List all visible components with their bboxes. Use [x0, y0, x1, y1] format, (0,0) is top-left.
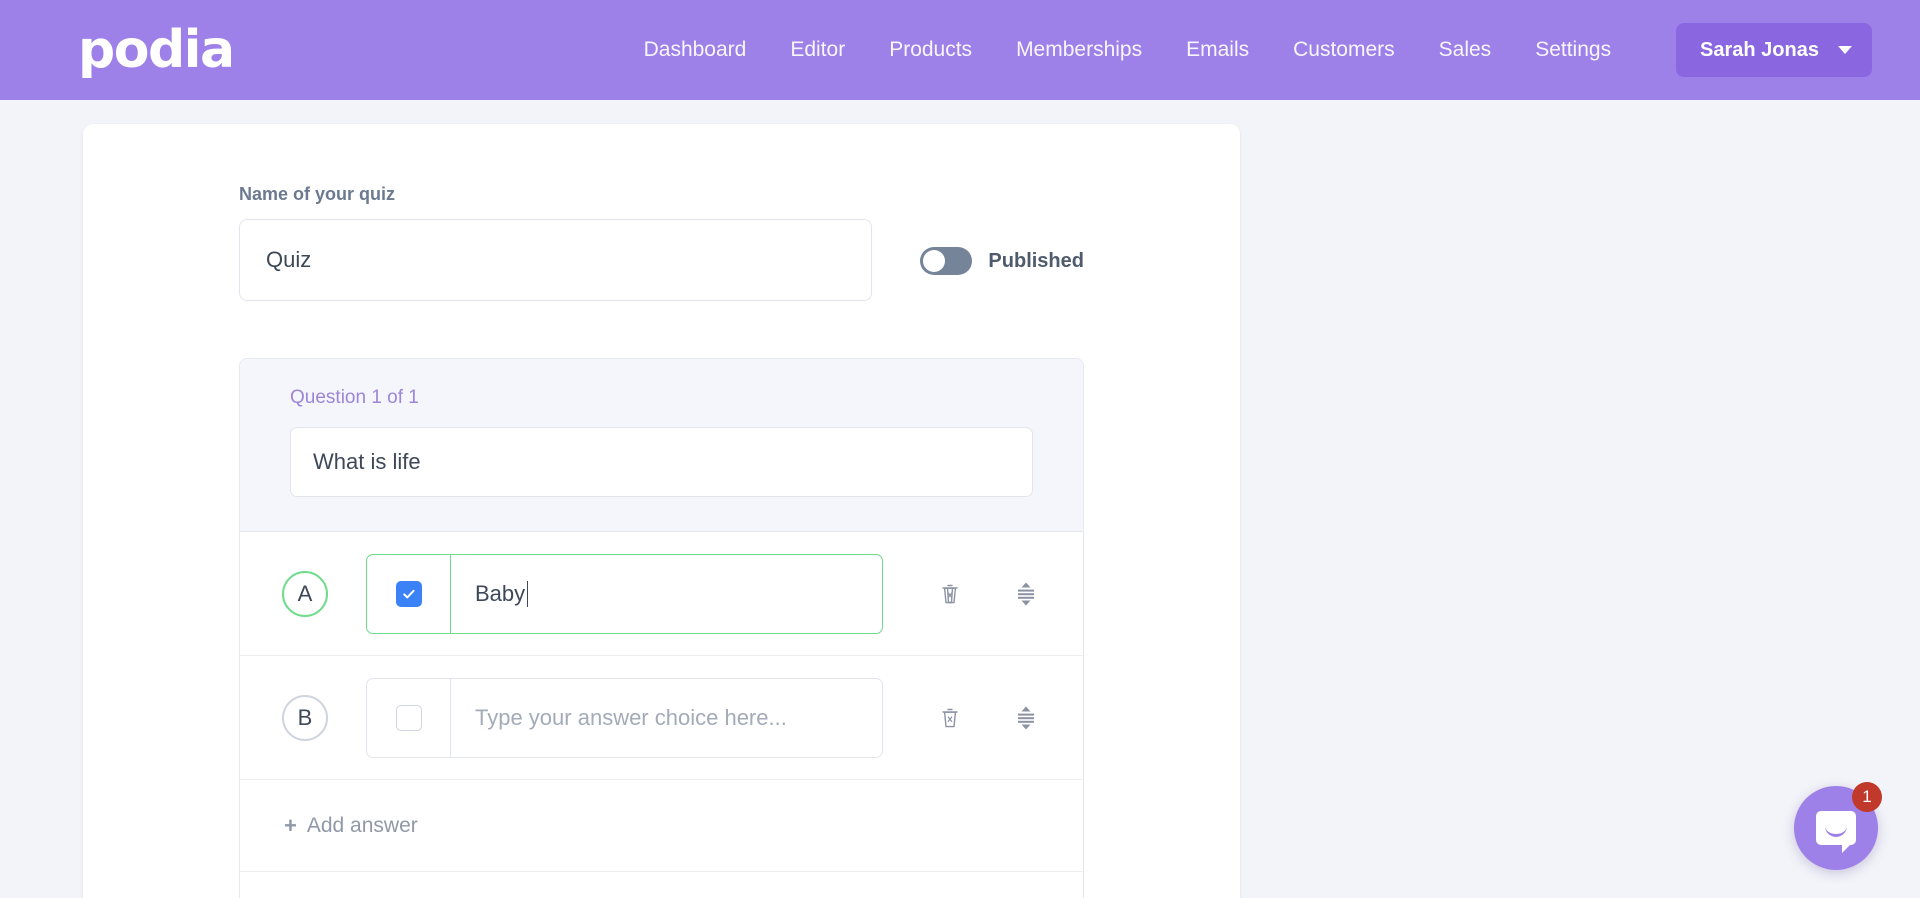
chevron-down-icon [1838, 46, 1852, 54]
nav-item-customers[interactable]: Customers [1293, 38, 1395, 62]
drag-handle-icon[interactable] [1013, 703, 1039, 733]
answer-row: A Baby [240, 532, 1083, 656]
add-answer-button[interactable]: + Add answer [240, 780, 1083, 872]
answer-row-actions [937, 579, 1039, 609]
main-nav: Dashboard Editor Products Memberships Em… [644, 38, 1611, 62]
user-name-label: Sarah Jonas [1700, 38, 1819, 61]
quiz-editor-content: Name of your quiz Published Question 1 o… [83, 184, 1240, 898]
top-navigation-bar: podia Dashboard Editor Products Membersh… [0, 0, 1920, 100]
smile-icon [1825, 826, 1847, 837]
publish-toggle-group: Published [920, 247, 1084, 275]
nav-item-memberships[interactable]: Memberships [1016, 38, 1142, 62]
answer-text-value: Baby [475, 580, 526, 606]
answer-row: B Type your answer choice here... [240, 656, 1083, 780]
question-footer-row [240, 872, 1083, 898]
user-account-menu[interactable]: Sarah Jonas [1676, 23, 1872, 77]
answer-text-field[interactable]: Type your answer choice here... [451, 679, 882, 757]
published-toggle-label: Published [988, 249, 1084, 272]
question-text-input[interactable] [290, 427, 1033, 497]
answer-letter-badge: A [282, 570, 328, 617]
text-cursor [527, 580, 529, 607]
trash-icon[interactable] [937, 579, 963, 609]
answer-correct-checkbox-cell [367, 678, 451, 757]
answer-letter-badge: B [282, 694, 328, 741]
nav-item-products[interactable]: Products [889, 38, 972, 62]
question-block: Question 1 of 1 A [239, 358, 1084, 898]
intercom-chat-icon [1816, 811, 1856, 853]
toggle-knob [923, 250, 946, 272]
answer-input-group: Baby [366, 553, 883, 634]
plus-icon: + [284, 812, 297, 838]
quiz-name-row: Published [239, 219, 1084, 301]
trash-icon[interactable] [937, 703, 963, 733]
answer-correct-checkbox-cell [367, 554, 451, 633]
question-header: Question 1 of 1 [240, 359, 1083, 532]
nav-item-sales[interactable]: Sales [1439, 38, 1492, 62]
nav-item-editor[interactable]: Editor [790, 38, 845, 62]
answer-correct-checkbox[interactable] [395, 580, 422, 607]
answer-correct-checkbox[interactable] [395, 704, 422, 731]
answer-row-actions [937, 703, 1039, 733]
answer-input-group: Type your answer choice here... [366, 677, 883, 758]
add-answer-label: Add answer [306, 813, 418, 837]
quiz-editor-card: Name of your quiz Published Question 1 o… [83, 124, 1240, 898]
quiz-name-input[interactable] [239, 219, 873, 301]
page-body: Name of your quiz Published Question 1 o… [0, 100, 1920, 898]
drag-handle-icon[interactable] [1013, 579, 1039, 609]
published-toggle[interactable] [920, 247, 973, 275]
answer-text-field[interactable]: Baby [451, 555, 882, 633]
nav-item-settings[interactable]: Settings [1535, 38, 1611, 62]
nav-item-emails[interactable]: Emails [1186, 38, 1249, 62]
intercom-chat-launcher[interactable]: 1 [1794, 782, 1882, 870]
unread-message-badge: 1 [1852, 782, 1882, 812]
answer-text-placeholder: Type your answer choice here... [475, 704, 787, 730]
quiz-name-label: Name of your quiz [239, 184, 396, 204]
podia-logo[interactable]: podia [78, 24, 235, 76]
nav-item-dashboard[interactable]: Dashboard [644, 38, 747, 62]
question-counter: Question 1 of 1 [290, 387, 419, 408]
